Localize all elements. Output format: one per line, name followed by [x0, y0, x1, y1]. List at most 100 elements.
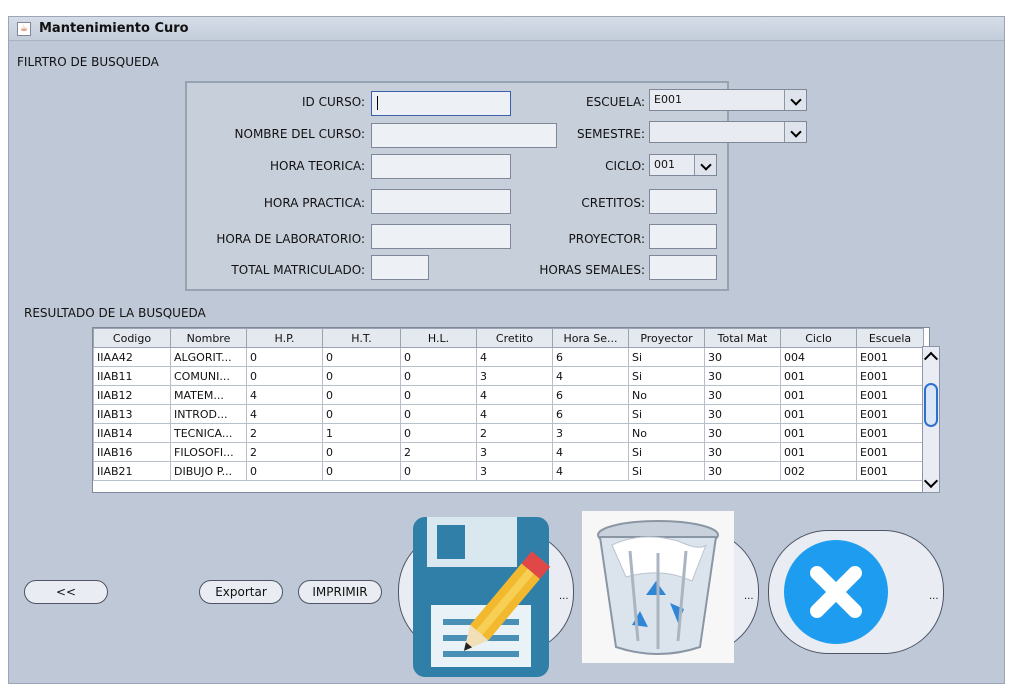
column-header[interactable]: H.L.	[400, 328, 477, 348]
table-cell[interactable]: MATEM...	[170, 385, 247, 405]
column-header[interactable]: Proyector	[628, 328, 705, 348]
proyector-input[interactable]	[649, 224, 717, 249]
exportar-button[interactable]: Exportar	[199, 580, 283, 604]
table-row[interactable]: IIAB21 DIBUJO P... 0 0 0 3 4 Si 30 002 E001	[93, 461, 924, 481]
table-cell[interactable]: 0	[246, 461, 323, 481]
column-header[interactable]: Codigo	[93, 328, 171, 348]
table-cell[interactable]: 0	[400, 404, 477, 424]
table-cell[interactable]: IIAA42	[93, 347, 171, 367]
back-button[interactable]: <<	[24, 580, 108, 604]
table-cell[interactable]: E001	[856, 366, 924, 386]
table-cell[interactable]: Si	[628, 404, 705, 424]
table-cell[interactable]: 4	[476, 404, 553, 424]
table-cell[interactable]: 4	[552, 461, 629, 481]
imprimir-button[interactable]: IMPRIMIR	[298, 580, 382, 604]
table-cell[interactable]: 002	[780, 461, 857, 481]
total-matriculado-input[interactable]	[371, 255, 429, 280]
table-cell[interactable]: 0	[400, 461, 477, 481]
table-cell[interactable]: IIAB21	[93, 461, 171, 481]
table-cell[interactable]: 004	[780, 347, 857, 367]
table-cell[interactable]: 001	[780, 404, 857, 424]
table-cell[interactable]: 4	[552, 366, 629, 386]
table-cell[interactable]: TECNICA...	[170, 423, 247, 443]
table-cell[interactable]: 30	[704, 404, 781, 424]
table-cell[interactable]: 0	[322, 366, 401, 386]
table-cell[interactable]: 30	[704, 442, 781, 462]
table-cell[interactable]: 3	[476, 442, 553, 462]
semestre-select[interactable]	[649, 121, 807, 143]
table-row[interactable]: IIAB14 TECNICA... 2 1 0 2 3 No 30 001 E001	[93, 423, 924, 443]
table-cell[interactable]: 0	[400, 423, 477, 443]
nombre-curso-input[interactable]	[371, 123, 557, 148]
table-cell[interactable]: FILOSOFI...	[170, 442, 247, 462]
table-cell[interactable]: 2	[246, 442, 323, 462]
table-cell[interactable]: 2	[246, 423, 323, 443]
hora-practica-input[interactable]	[371, 189, 511, 214]
table-cell[interactable]: Si	[628, 347, 705, 367]
table-cell[interactable]: 0	[246, 366, 323, 386]
cretitos-input[interactable]	[649, 189, 717, 214]
table-cell[interactable]: E001	[856, 385, 924, 405]
table-cell[interactable]: 30	[704, 347, 781, 367]
table-cell[interactable]: 3	[476, 366, 553, 386]
table-cell[interactable]: 0	[400, 385, 477, 405]
column-header[interactable]: H.T.	[322, 328, 401, 348]
table-cell[interactable]: Si	[628, 461, 705, 481]
table-cell[interactable]: 4	[476, 385, 553, 405]
table-cell[interactable]: 6	[552, 404, 629, 424]
table-cell[interactable]: IIAB14	[93, 423, 171, 443]
table-row[interactable]: IIAB13 INTROD... 4 0 0 4 6 Si 30 001 E001	[93, 404, 924, 424]
scrollbar-thumb[interactable]	[924, 383, 938, 427]
table-cell[interactable]: 4	[476, 347, 553, 367]
table-cell[interactable]: 001	[780, 442, 857, 462]
scroll-down-icon[interactable]	[923, 473, 939, 489]
table-cell[interactable]: Si	[628, 366, 705, 386]
table-cell[interactable]: No	[628, 385, 705, 405]
table-cell[interactable]: 1	[322, 423, 401, 443]
table-cell[interactable]: 4	[552, 442, 629, 462]
id-curso-input[interactable]	[371, 91, 511, 116]
table-cell[interactable]: 30	[704, 461, 781, 481]
table-cell[interactable]: E001	[856, 461, 924, 481]
table-cell[interactable]: INTROD...	[170, 404, 247, 424]
table-cell[interactable]: E001	[856, 404, 924, 424]
table-cell[interactable]: 001	[780, 366, 857, 386]
column-header[interactable]: Ciclo	[780, 328, 857, 348]
table-cell[interactable]: COMUNI...	[170, 366, 247, 386]
table-cell[interactable]: 30	[704, 366, 781, 386]
table-cell[interactable]: 3	[552, 423, 629, 443]
table-cell[interactable]: 6	[552, 347, 629, 367]
table-cell[interactable]: IIAB16	[93, 442, 171, 462]
table-cell[interactable]: 001	[780, 385, 857, 405]
table-cell[interactable]: 30	[704, 423, 781, 443]
table-cell[interactable]: No	[628, 423, 705, 443]
table-cell[interactable]: DIBUJO P...	[170, 461, 247, 481]
table-cell[interactable]: ALGORIT...	[170, 347, 247, 367]
table-cell[interactable]: IIAB12	[93, 385, 171, 405]
horas-semales-input[interactable]	[649, 255, 717, 280]
column-header[interactable]: H.P.	[246, 328, 323, 348]
table-cell[interactable]: IIAB13	[93, 404, 171, 424]
table-row[interactable]: IIAB12 MATEM... 4 0 0 4 6 No 30 001 E001	[93, 385, 924, 405]
table-cell[interactable]: E001	[856, 442, 924, 462]
scroll-up-icon[interactable]	[923, 351, 939, 366]
table-cell[interactable]: 001	[780, 423, 857, 443]
table-cell[interactable]: 4	[246, 385, 323, 405]
ciclo-select[interactable]: 001	[649, 154, 717, 176]
hora-laboratorio-input[interactable]	[371, 224, 511, 249]
table-cell[interactable]: 30	[704, 385, 781, 405]
table-cell[interactable]: 0	[322, 404, 401, 424]
table-cell[interactable]: E001	[856, 423, 924, 443]
table-cell[interactable]: 0	[322, 442, 401, 462]
column-header[interactable]: Cretito	[476, 328, 553, 348]
column-header[interactable]: Hora Se...	[552, 328, 629, 348]
chevron-down-icon[interactable]	[784, 122, 806, 142]
table-row[interactable]: IIAB16 FILOSOFI... 2 0 2 3 4 Si 30 001 E001	[93, 442, 924, 462]
table-row[interactable]: IIAA42 ALGORIT... 0 0 0 4 6 Si 30 004 E001	[93, 347, 924, 367]
table-cell[interactable]: 0	[322, 461, 401, 481]
table-cell[interactable]: E001	[856, 347, 924, 367]
table-vertical-scrollbar[interactable]	[922, 346, 940, 493]
table-cell[interactable]: 0	[400, 347, 477, 367]
table-cell[interactable]: 0	[322, 385, 401, 405]
table-row[interactable]: IIAB11 COMUNI... 0 0 0 3 4 Si 30 001 E001	[93, 366, 924, 386]
